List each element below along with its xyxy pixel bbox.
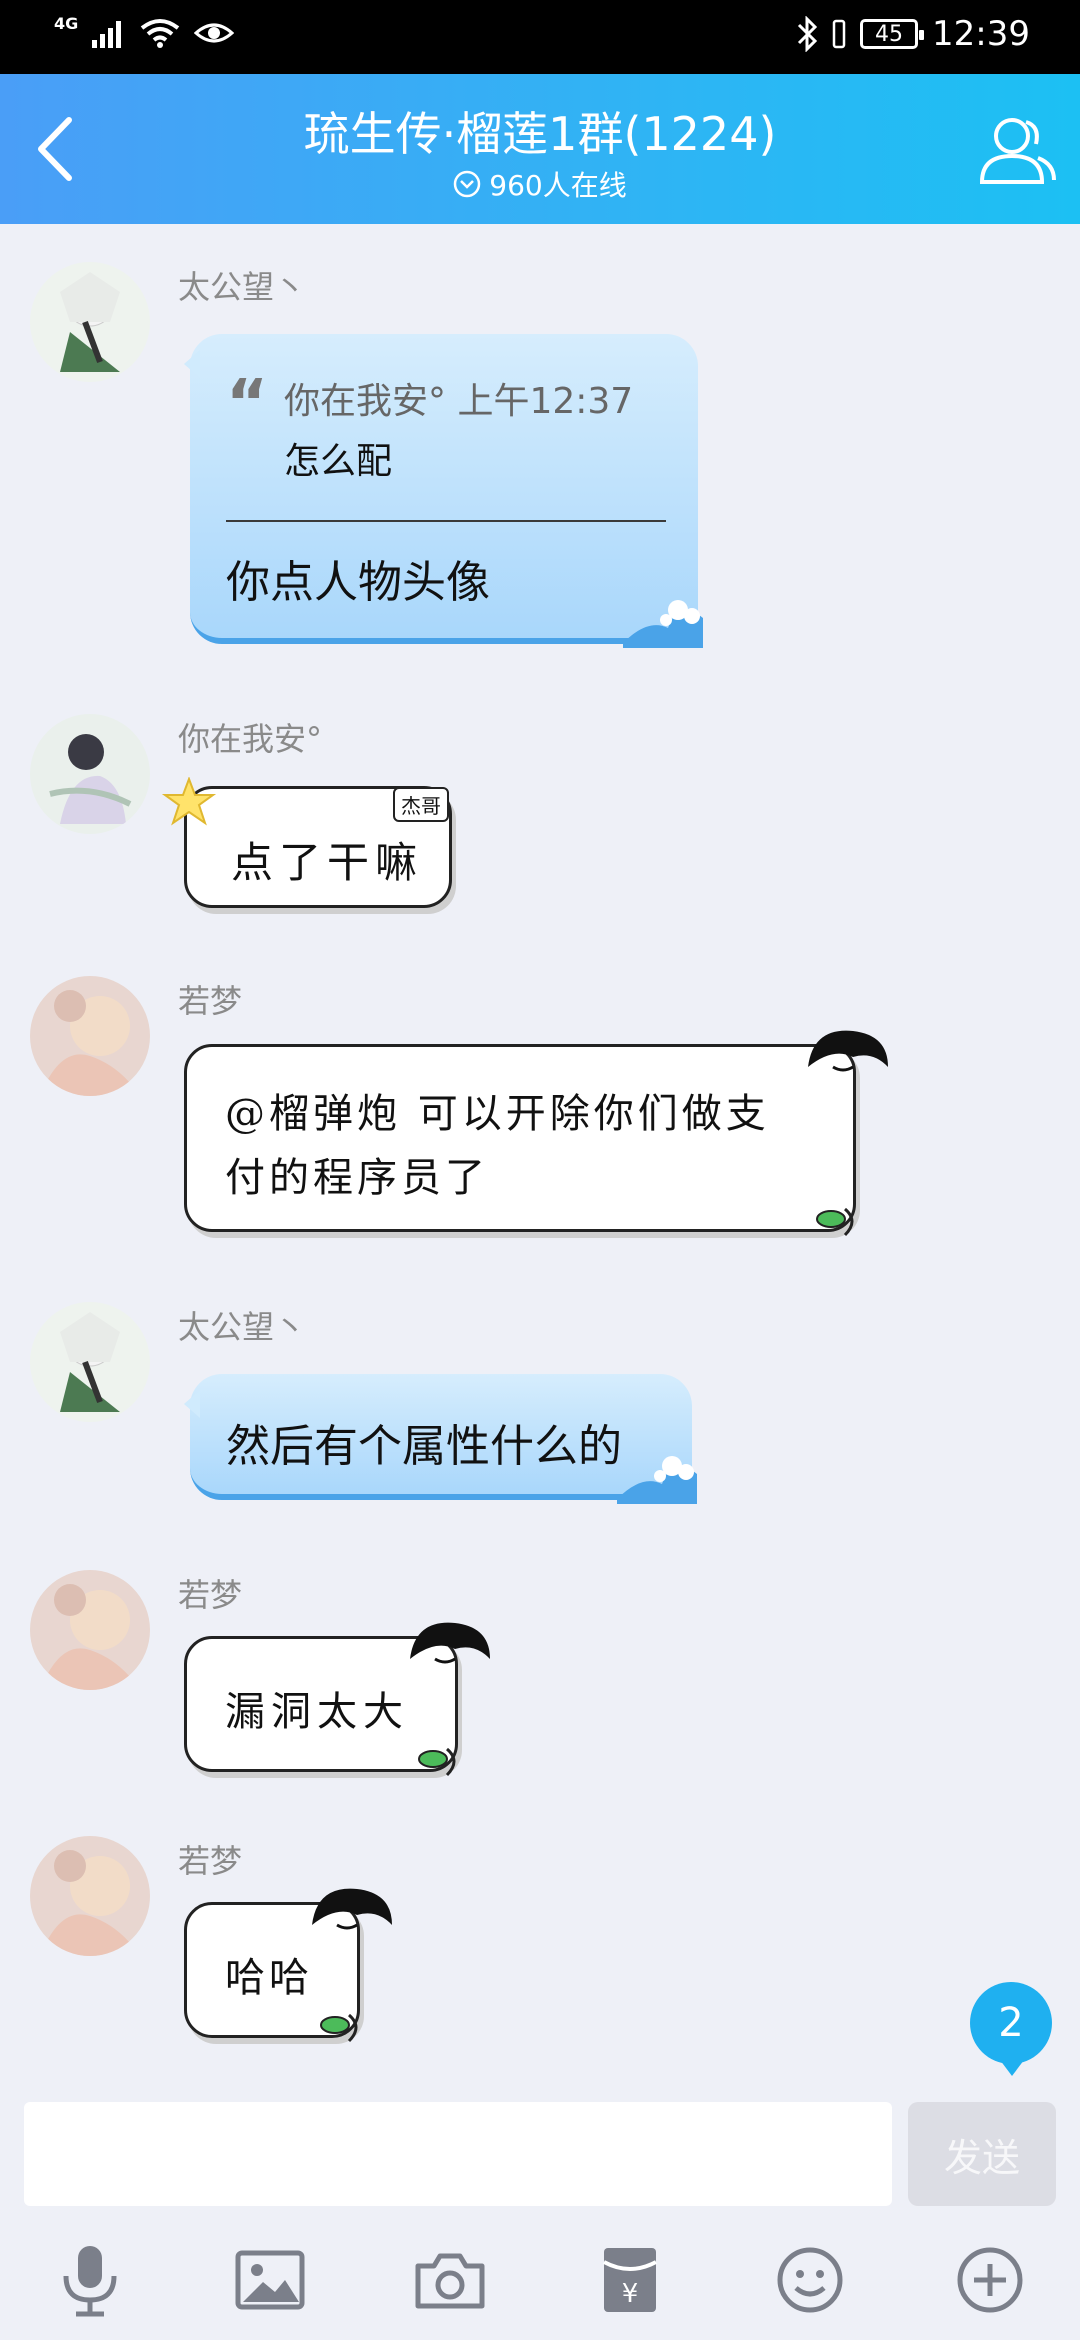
bluetooth-icon: [797, 16, 818, 52]
group-members-button[interactable]: [974, 108, 1058, 192]
message-text: 你点人物头像: [226, 557, 490, 608]
svg-text:¥: ¥: [622, 2279, 639, 2309]
sender-name: 太公望丶: [178, 268, 307, 306]
message-text: @榴弹炮 可以开除你们做支: [225, 1091, 770, 1137]
emoji-icon: [777, 2247, 843, 2313]
message-bubble[interactable]: 漏洞太大: [184, 1622, 490, 1777]
avatar[interactable]: [30, 1836, 150, 1956]
red-packet-icon: ¥: [603, 2248, 657, 2312]
sender-name: 太公望丶: [178, 1308, 307, 1346]
sender-name: 若梦: [178, 1576, 243, 1614]
wifi-icon: [141, 19, 180, 48]
vibrate-icon: [832, 19, 846, 49]
wave-decoration-icon: [623, 600, 703, 648]
message-text: 点了干嘛: [231, 838, 424, 887]
status-bar: 4G 45 12:39: [0, 0, 1080, 74]
star-decoration-icon: [161, 777, 217, 826]
message-item: 太公望丶 “ 你在我安° 上午12:37 怎么配 你点人物头像: [0, 262, 1080, 662]
message-bubble[interactable]: @榴弹炮 可以开除你们做支 付的程序员了: [184, 1030, 888, 1237]
group-title[interactable]: 琉生传·榴莲1群(1224): [0, 98, 1080, 164]
image-button[interactable]: [230, 2240, 310, 2320]
message-bubble[interactable]: 然后有个属性什么的: [184, 1374, 697, 1504]
hair-decoration-icon: [312, 1888, 392, 1930]
network-type: 4G: [54, 13, 79, 33]
input-toolbar: ¥: [0, 2220, 1080, 2340]
message-item: 若梦 哈哈: [0, 1836, 1080, 2056]
quote-text: 怎么配: [284, 441, 393, 482]
chat-header: 琉生传·榴莲1群(1224) 960人在线: [0, 74, 1080, 224]
avatar[interactable]: [30, 1302, 150, 1422]
wave-decoration-icon: [617, 1456, 697, 1504]
message-text: 然后有个属性什么的: [226, 1421, 622, 1472]
signal-icon: [92, 21, 122, 48]
quote-icon: “: [226, 367, 269, 441]
send-button[interactable]: 发送: [908, 2102, 1056, 2206]
voice-button[interactable]: [50, 2240, 130, 2320]
eye-icon: [194, 23, 235, 43]
lips-decoration-icon: [816, 1207, 854, 1237]
hair-decoration-icon: [410, 1622, 490, 1664]
message-bubble[interactable]: 杰哥 点了干嘛: [161, 777, 452, 908]
avatar[interactable]: [30, 714, 150, 834]
message-bubble[interactable]: 哈哈: [184, 1888, 392, 2043]
quote-time: 上午12:37: [457, 381, 634, 422]
message-text: 付的程序员了: [225, 1155, 489, 1201]
quote-meta: 你在我安° 上午12:37: [284, 372, 633, 424]
battery-indicator: 45: [860, 19, 925, 49]
message-bubble[interactable]: “ 你在我安° 上午12:37 怎么配 你点人物头像: [184, 334, 703, 648]
message-item: 若梦 @榴弹炮 可以开除你们做支 付的程序员了: [0, 976, 1080, 1266]
sender-name: 你在我安°: [178, 720, 323, 758]
lips-decoration-icon: [418, 1747, 456, 1777]
chevron-down-circle-icon: [454, 170, 481, 198]
message-item: 太公望丶 然后有个属性什么的: [0, 1302, 1080, 1532]
clock: 12:39: [932, 14, 1030, 54]
more-button[interactable]: [950, 2240, 1030, 2320]
message-item: 若梦 漏洞太大: [0, 1570, 1080, 1790]
message-input[interactable]: [24, 2102, 892, 2206]
lips-decoration-icon: [320, 2013, 358, 2043]
avatar[interactable]: [30, 976, 150, 1096]
sender-name: 若梦: [178, 1842, 243, 1880]
message-text: 漏洞太大: [225, 1689, 409, 1735]
online-count: 960人在线: [489, 169, 627, 202]
red-packet-button[interactable]: ¥: [590, 2240, 670, 2320]
status-left: 4G: [54, 14, 235, 48]
person-icon: [979, 118, 1056, 184]
microphone-icon: [63, 2246, 117, 2317]
emoji-button[interactable]: [770, 2240, 850, 2320]
image-icon: [235, 2250, 305, 2310]
quote-divider: [226, 520, 666, 522]
input-row: 发送: [0, 2090, 1080, 2220]
unread-count-badge[interactable]: 2: [970, 1982, 1052, 2076]
message-text: 哈哈: [225, 1955, 313, 2001]
quote-author: 你在我安°: [284, 381, 447, 422]
plus-icon: [957, 2247, 1023, 2313]
status-right: 45 12:39: [796, 14, 1030, 54]
avatar[interactable]: [30, 262, 150, 382]
hair-decoration-icon: [808, 1030, 888, 1072]
avatar[interactable]: [30, 1570, 150, 1690]
online-status[interactable]: 960人在线: [0, 164, 1080, 204]
camera-button[interactable]: [410, 2240, 490, 2320]
badge-label: 杰哥: [393, 787, 449, 822]
message-item: 你在我安° 杰哥 点了干嘛: [0, 714, 1080, 934]
sender-name: 若梦: [178, 982, 243, 1020]
camera-icon: [415, 2253, 485, 2309]
